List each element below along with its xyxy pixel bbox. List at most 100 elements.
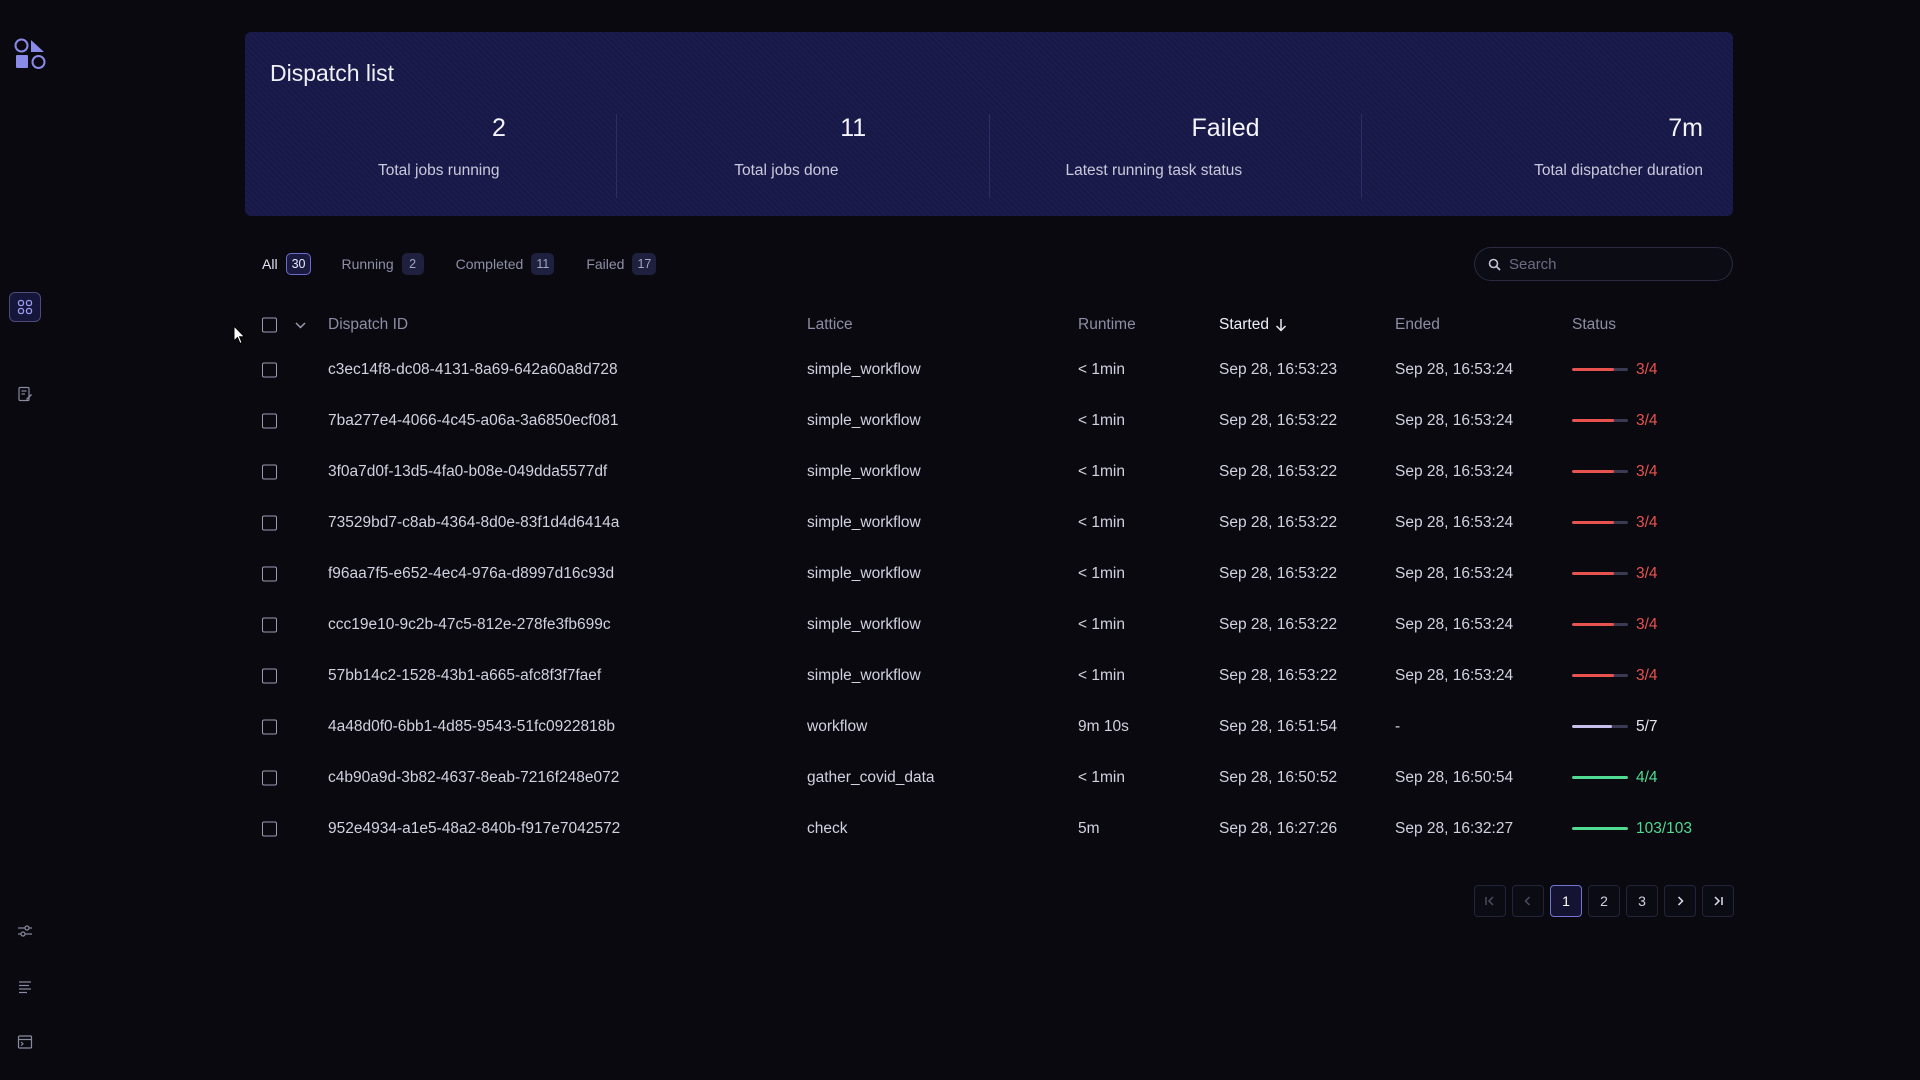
count-badge: 2 (401, 253, 424, 275)
column-runtime[interactable]: Runtime (1078, 316, 1136, 334)
dashboard-icon[interactable] (9, 292, 41, 322)
dispatch-table: Dispatch ID Lattice Runtime Started Ende… (245, 306, 1733, 854)
runtime: < 1min (1078, 768, 1125, 786)
dispatch-id[interactable]: f96aa7f5-e652-4ec4-976a-d8997d16c93d (328, 565, 614, 583)
row-checkbox[interactable] (262, 770, 277, 785)
status-tabs: All 30 Running 2 Completed 11 Failed 17 (262, 252, 688, 276)
ended-time: Sep 28, 16:53:24 (1395, 564, 1514, 582)
runtime: < 1min (1078, 462, 1125, 480)
tab-failed[interactable]: Failed 17 (586, 253, 657, 275)
column-ended[interactable]: Ended (1395, 316, 1440, 334)
runtime: < 1min (1078, 411, 1125, 429)
summary-card: Dispatch list 2 Total jobs running 11 To… (245, 32, 1733, 216)
started-time: Sep 28, 16:27:26 (1219, 819, 1338, 837)
tab-label: Completed (455, 256, 524, 272)
runtime: 5m (1078, 819, 1100, 837)
ended-time: Sep 28, 16:53:24 (1395, 666, 1514, 684)
page-button-2[interactable]: 2 (1588, 885, 1620, 917)
row-checkbox[interactable] (262, 464, 277, 479)
tab-completed[interactable]: Completed 11 (456, 253, 555, 275)
covalent-logo-icon[interactable] (14, 38, 48, 72)
dispatch-id[interactable]: 952e4934-a1e5-48a2-840b-f917e7042572 (328, 820, 620, 838)
table-row[interactable]: 73529bd7-c8ab-4364-8d0e-83f1d4d6414a simp… (245, 497, 1733, 548)
table-row[interactable]: ccc19e10-9c2b-47c5-812e-278fe3fb699c simp… (245, 599, 1733, 650)
column-lattice[interactable]: Lattice (807, 316, 853, 334)
dispatch-id[interactable]: c4b90a9d-3b82-4637-8eab-7216f248e072 (328, 769, 619, 787)
row-checkbox[interactable] (262, 515, 277, 530)
table-row[interactable]: 57bb14c2-1528-43b1-a665-afc8f3f7faef simp… (245, 650, 1733, 701)
dispatch-id[interactable]: 4a48d0f0-6bb1-4d85-9543-51fc0922818b (328, 718, 615, 736)
status-progress-fill (1572, 623, 1614, 626)
select-all-checkbox[interactable] (262, 317, 277, 333)
status-cell: 3/4 (1572, 667, 1658, 685)
started-time: Sep 28, 16:50:52 (1219, 768, 1338, 786)
next-page-button[interactable] (1664, 885, 1696, 917)
status-count: 103/103 (1636, 819, 1693, 837)
ended-time: Sep 28, 16:53:24 (1395, 462, 1514, 480)
row-checkbox[interactable] (262, 362, 277, 377)
ended-time: Sep 28, 16:53:24 (1395, 513, 1514, 531)
row-checkbox[interactable] (262, 821, 277, 836)
table-row[interactable]: 3f0a7d0f-13d5-4fa0-b08e-049dda5577df simp… (245, 446, 1733, 497)
notes-icon[interactable] (16, 385, 34, 403)
settings-icon[interactable] (16, 922, 34, 940)
status-progress-fill (1572, 572, 1614, 575)
lattice-name: simple_workflow (807, 564, 921, 582)
page-title: Dispatch list (270, 60, 394, 86)
tab-all[interactable]: All 30 (262, 253, 312, 275)
lattice-name: simple_workflow (807, 411, 921, 429)
lattice-name: check (807, 819, 848, 837)
logs-icon[interactable] (16, 978, 34, 996)
stat-value: 7m (1668, 114, 1703, 142)
page-button-1[interactable]: 1 (1550, 885, 1582, 917)
table-row[interactable]: 952e4934-a1e5-48a2-840b-f917e7042572 chec… (245, 803, 1733, 854)
row-checkbox[interactable] (262, 617, 277, 632)
status-cell: 3/4 (1572, 514, 1658, 532)
status-count: 3/4 (1636, 666, 1658, 684)
status-progress-bar (1572, 623, 1628, 626)
started-time: Sep 28, 16:53:23 (1219, 360, 1338, 378)
dispatch-id[interactable]: 57bb14c2-1528-43b1-a665-afc8f3f7faef (328, 667, 601, 685)
table-row[interactable]: c3ec14f8-dc08-4131-8a69-642a60a8d728 simp… (245, 344, 1733, 395)
row-checkbox[interactable] (262, 566, 277, 581)
column-status[interactable]: Status (1572, 316, 1616, 334)
status-count: 4/4 (1636, 768, 1658, 786)
column-started[interactable]: Started (1219, 316, 1287, 334)
ended-time: Sep 28, 16:53:24 (1395, 360, 1514, 378)
status-progress-fill (1572, 419, 1614, 422)
column-dispatch-id[interactable]: Dispatch ID (328, 316, 408, 334)
started-time: Sep 28, 16:53:22 (1219, 666, 1338, 684)
dispatch-id[interactable]: ccc19e10-9c2b-47c5-812e-278fe3fb699c (328, 616, 611, 634)
chevron-down-icon[interactable] (294, 319, 307, 332)
status-count: 3/4 (1636, 462, 1658, 480)
status-progress-bar (1572, 572, 1628, 575)
table-row[interactable]: f96aa7f5-e652-4ec4-976a-d8997d16c93d simp… (245, 548, 1733, 599)
started-time: Sep 28, 16:53:22 (1219, 615, 1338, 633)
last-page-icon (1714, 896, 1723, 906)
dispatch-id[interactable]: 3f0a7d0f-13d5-4fa0-b08e-049dda5577df (328, 463, 607, 481)
runtime: < 1min (1078, 666, 1125, 684)
stat-label: Total jobs done (734, 162, 839, 179)
row-checkbox[interactable] (262, 668, 277, 683)
status-progress-fill (1572, 470, 1614, 473)
row-checkbox[interactable] (262, 719, 277, 734)
search-input[interactable] (1509, 255, 1709, 273)
search-box[interactable] (1474, 247, 1733, 281)
page-button-3[interactable]: 3 (1626, 885, 1658, 917)
tab-running[interactable]: Running 2 (341, 253, 424, 275)
table-row[interactable]: 4a48d0f0-6bb1-4d85-9543-51fc0922818b work… (245, 701, 1733, 752)
stat-latest-task-status: Failed Latest running task status (988, 114, 1361, 198)
dispatch-id[interactable]: c3ec14f8-dc08-4131-8a69-642a60a8d728 (328, 361, 618, 379)
prev-page-button[interactable] (1512, 885, 1544, 917)
status-progress-fill (1572, 674, 1614, 677)
column-started-label: Started (1219, 316, 1269, 333)
last-page-button[interactable] (1702, 885, 1734, 917)
first-page-button[interactable] (1474, 885, 1506, 917)
row-checkbox[interactable] (262, 413, 277, 428)
dispatch-id[interactable]: 7ba277e4-4066-4c45-a06a-3a6850ecf081 (328, 412, 618, 430)
status-progress-bar (1572, 725, 1628, 728)
table-row[interactable]: 7ba277e4-4066-4c45-a06a-3a6850ecf081 simp… (245, 395, 1733, 446)
table-row[interactable]: c4b90a9d-3b82-4637-8eab-7216f248e072 gath… (245, 752, 1733, 803)
dispatch-id[interactable]: 73529bd7-c8ab-4364-8d0e-83f1d4d6414a (328, 514, 619, 532)
terminal-icon[interactable] (16, 1033, 34, 1051)
